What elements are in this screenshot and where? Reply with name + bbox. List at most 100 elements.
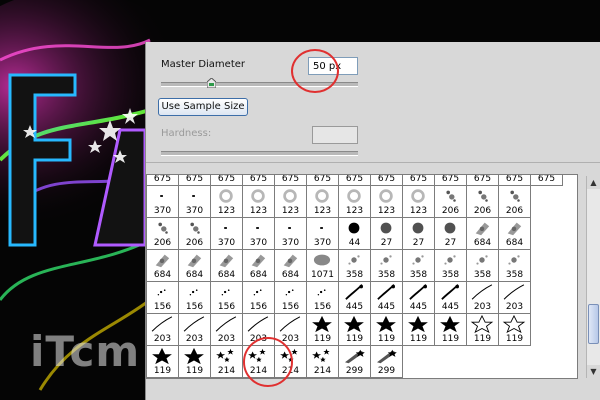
- hardness-input: [312, 126, 358, 144]
- brush-preset-cell[interactable]: 370: [179, 186, 211, 218]
- brush-preset-cell[interactable]: 123: [371, 186, 403, 218]
- brush-preset-cell[interactable]: 27: [435, 218, 467, 250]
- brush-preset-cell[interactable]: 675: [499, 175, 531, 186]
- brush-preset-cell[interactable]: 206: [499, 186, 531, 218]
- brush-preset-cell[interactable]: 299: [371, 346, 403, 378]
- brush-size-label: 370: [281, 238, 300, 248]
- brush-tip-icon: [476, 255, 488, 265]
- brush-preset-cell[interactable]: 119: [371, 314, 403, 346]
- brush-preset-cell[interactable]: 684: [275, 250, 307, 282]
- brush-preset-cell[interactable]: 44: [339, 218, 371, 250]
- brush-size-label: 156: [281, 302, 300, 312]
- brush-preset-cell[interactable]: 156: [147, 282, 179, 314]
- brush-preset-cell[interactable]: 358: [403, 250, 435, 282]
- brush-preset-cell[interactable]: 675: [307, 175, 339, 186]
- brush-preset-cell[interactable]: 156: [179, 282, 211, 314]
- brush-tip-icon: [508, 255, 520, 265]
- brush-preset-cell[interactable]: 445: [403, 282, 435, 314]
- brush-preset-cell[interactable]: 675: [147, 175, 179, 186]
- brush-preset-cell[interactable]: 206: [435, 186, 467, 218]
- brush-preset-cell[interactable]: 370: [211, 218, 243, 250]
- brush-preset-cell[interactable]: 675: [435, 175, 467, 186]
- brush-preset-cell[interactable]: 156: [307, 282, 339, 314]
- brush-preset-cell[interactable]: 123: [307, 186, 339, 218]
- scroll-up-icon[interactable]: ▲: [587, 176, 600, 189]
- brush-preset-cell[interactable]: 27: [371, 218, 403, 250]
- brush-preset-cell[interactable]: 370: [147, 186, 179, 218]
- brush-preset-cell[interactable]: 445: [371, 282, 403, 314]
- brush-preset-cell[interactable]: 358: [435, 250, 467, 282]
- brush-grid-scrollbar[interactable]: ▲ ▼: [586, 176, 600, 378]
- scroll-down-icon[interactable]: ▼: [587, 365, 600, 378]
- brush-tip-icon: [251, 254, 266, 268]
- brush-preset-cell[interactable]: 203: [499, 282, 531, 314]
- brush-preset-cell[interactable]: 119: [435, 314, 467, 346]
- brush-preset-cell[interactable]: 27: [403, 218, 435, 250]
- master-diameter-slider-thumb[interactable]: [207, 78, 216, 88]
- brush-preset-cell[interactable]: 123: [211, 186, 243, 218]
- brush-preset-cell[interactable]: 445: [339, 282, 371, 314]
- brush-preset-cell[interactable]: 675: [531, 175, 563, 186]
- brush-tip-icon: [502, 315, 526, 333]
- brush-preset-cell[interactable]: 214: [307, 346, 339, 378]
- brush-preset-cell[interactable]: 119: [147, 346, 179, 378]
- brush-preset-cell[interactable]: 675: [179, 175, 211, 186]
- brush-preset-cell[interactable]: 675: [275, 175, 307, 186]
- brush-preset-cell[interactable]: 214: [211, 346, 243, 378]
- brush-preset-cell[interactable]: 119: [467, 314, 499, 346]
- brush-size-label: 358: [345, 270, 364, 280]
- brush-preset-cell[interactable]: 123: [243, 186, 275, 218]
- brush-preset-cell[interactable]: 123: [403, 186, 435, 218]
- brush-preset-cell[interactable]: 119: [499, 314, 531, 346]
- brush-preset-cell[interactable]: 203: [211, 314, 243, 346]
- brush-preset-cell[interactable]: 156: [211, 282, 243, 314]
- brush-preset-cell[interactable]: 370: [275, 218, 307, 250]
- brush-preset-cell[interactable]: 206: [179, 218, 211, 250]
- brush-preset-cell[interactable]: 299: [339, 346, 371, 378]
- brush-preset-cell[interactable]: 119: [179, 346, 211, 378]
- brush-preset-cell[interactable]: 675: [467, 175, 499, 186]
- brush-preset-cell[interactable]: 203: [467, 282, 499, 314]
- brush-preset-cell[interactable]: 675: [403, 175, 435, 186]
- brush-preset-cell[interactable]: 203: [179, 314, 211, 346]
- brush-preset-cell[interactable]: 684: [147, 250, 179, 282]
- brush-preset-cell[interactable]: 358: [339, 250, 371, 282]
- brush-preset-cell[interactable]: 684: [179, 250, 211, 282]
- brush-size-label: 27: [412, 238, 425, 248]
- brush-preset-cell[interactable]: 203: [147, 314, 179, 346]
- brush-size-label: 156: [313, 302, 332, 312]
- brush-preset-cell[interactable]: 1071: [307, 250, 339, 282]
- brush-preset-cell[interactable]: 206: [147, 218, 179, 250]
- brush-size-label: 119: [505, 334, 524, 344]
- brush-preset-cell[interactable]: 358: [499, 250, 531, 282]
- brush-preset-cell[interactable]: 119: [403, 314, 435, 346]
- brush-tip-icon: [190, 222, 200, 234]
- brush-tip-icon: [216, 348, 234, 362]
- brush-preset-cell[interactable]: 119: [307, 314, 339, 346]
- use-sample-size-button[interactable]: Use Sample Size: [158, 98, 248, 116]
- brush-preset-cell[interactable]: 684: [499, 218, 531, 250]
- brush-preset-cell[interactable]: 445: [435, 282, 467, 314]
- brush-preset-grid[interactable]: 675 675 675 675 675 675 675 675 675 675 675 675 675 3…: [147, 175, 577, 378]
- brush-preset-cell[interactable]: 206: [467, 186, 499, 218]
- brush-preset-cell[interactable]: 358: [371, 250, 403, 282]
- brush-preset-cell[interactable]: 156: [243, 282, 275, 314]
- brush-tip-icon: [288, 227, 291, 229]
- brush-preset-cell[interactable]: 684: [467, 218, 499, 250]
- brush-preset-cell[interactable]: 370: [243, 218, 275, 250]
- brush-preset-cell[interactable]: 358: [467, 250, 499, 282]
- brush-preset-cell[interactable]: 684: [211, 250, 243, 282]
- brush-preset-cell[interactable]: 675: [371, 175, 403, 186]
- brush-preset-cell[interactable]: 675: [211, 175, 243, 186]
- brush-preset-cell[interactable]: 123: [275, 186, 307, 218]
- brush-preset-cell[interactable]: 156: [275, 282, 307, 314]
- brush-preset-cell[interactable]: 684: [243, 250, 275, 282]
- brush-tip-icon: [471, 284, 493, 300]
- brush-preset-cell[interactable]: 675: [339, 175, 371, 186]
- brush-tip-icon: [192, 195, 195, 197]
- scrollbar-thumb[interactable]: [588, 304, 599, 344]
- brush-preset-cell[interactable]: 119: [339, 314, 371, 346]
- brush-preset-cell[interactable]: 675: [243, 175, 275, 186]
- brush-preset-cell[interactable]: 123: [339, 186, 371, 218]
- brush-preset-cell[interactable]: 370: [307, 218, 339, 250]
